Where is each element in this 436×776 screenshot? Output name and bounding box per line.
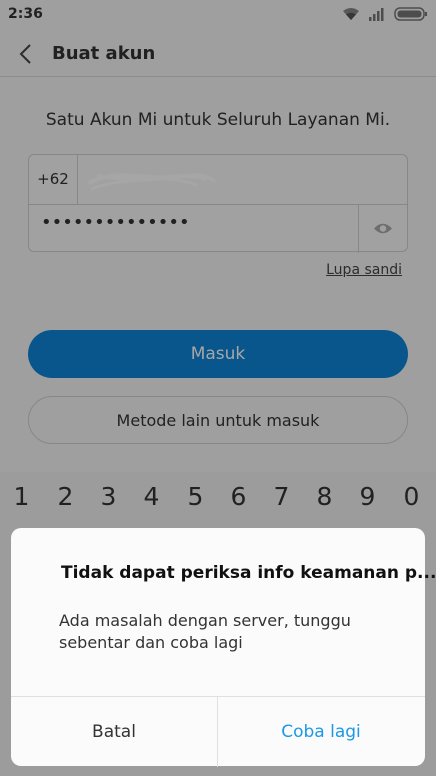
cancel-button[interactable]: Batal: [11, 697, 218, 767]
retry-button[interactable]: Coba lagi: [218, 697, 424, 767]
error-dialog: Tidak dapat periksa info keamanan p... A…: [11, 528, 436, 767]
dialog-title: Tidak dapat periksa info keamanan p...: [61, 563, 436, 583]
dialog-message: Ada masalah dengan server, tunggu sebent…: [59, 611, 351, 652]
dialog-actions: Batal Coba lagi: [11, 696, 425, 767]
